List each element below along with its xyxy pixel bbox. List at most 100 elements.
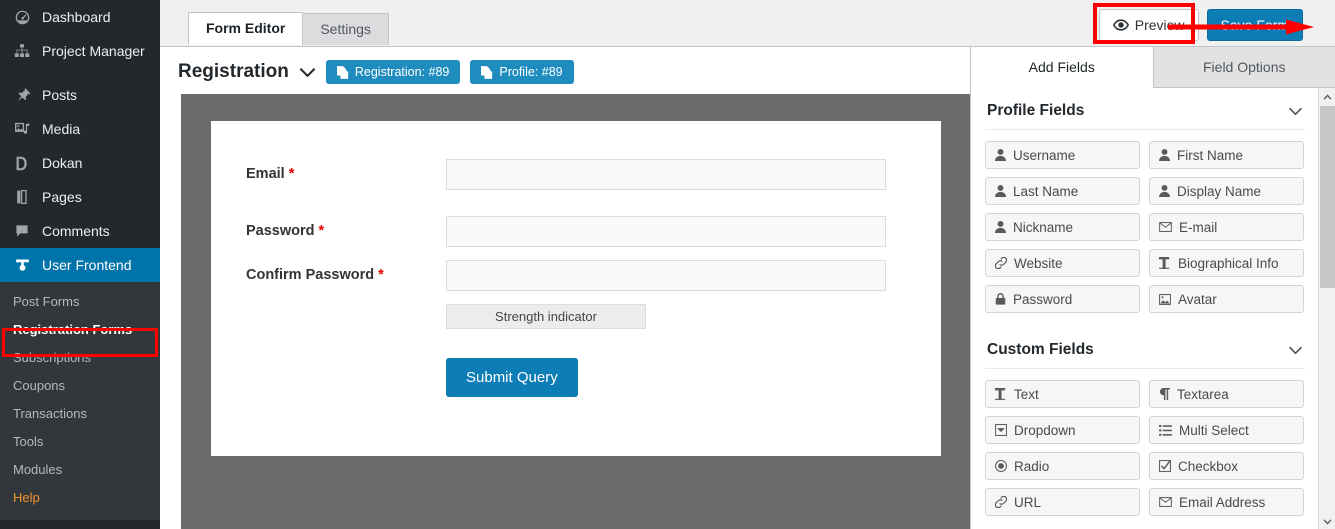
field-chip-display-name[interactable]: Display Name [1149, 177, 1304, 205]
red-arrow-annotation [1168, 19, 1314, 35]
tab-add-fields[interactable]: Add Fields [971, 47, 1153, 88]
tab-field-options[interactable]: Field Options [1152, 47, 1335, 88]
scroll-up-icon[interactable] [1319, 88, 1335, 105]
admin-sidebar: Dashboard Project Manager Posts Media Do… [0, 0, 160, 529]
form-editor-main: Registration Registration: #89 Profile: … [160, 46, 970, 529]
sidebar-item-comments[interactable]: Comments [0, 214, 160, 248]
pin-icon [11, 85, 33, 105]
sidebar-submenu-item-coupons[interactable]: Coupons [0, 372, 160, 400]
user-icon [995, 185, 1006, 197]
field-chip-radio[interactable]: Radio [985, 452, 1140, 480]
profile-fields-grid: Username First Name Last Name Display Na… [985, 130, 1305, 313]
form-sheet: Email * Password * Confirm Password * St… [211, 121, 941, 456]
field-chip-multi-select[interactable]: Multi Select [1149, 416, 1304, 444]
copy-icon [481, 65, 493, 79]
field-chip-label: Dropdown [1014, 422, 1076, 438]
submit-query-button[interactable]: Submit Query [446, 358, 578, 397]
field-chip-first-name[interactable]: First Name [1149, 141, 1304, 169]
user-icon [1159, 185, 1170, 197]
field-chip-label: Display Name [1177, 183, 1262, 199]
field-chip-textarea[interactable]: Textarea [1149, 380, 1304, 408]
fields-panel: Add Fields Field Options Profile Fields … [970, 46, 1335, 529]
field-chip-label: Avatar [1178, 291, 1217, 307]
scroll-down-icon[interactable] [1319, 513, 1335, 529]
link-icon [995, 496, 1007, 508]
field-chip-label: Text [1014, 386, 1039, 402]
form-title-row: Registration Registration: #89 Profile: … [160, 47, 970, 94]
field-chip-last-name[interactable]: Last Name [985, 177, 1140, 205]
sidebar-item-project-manager[interactable]: Project Manager [0, 34, 160, 68]
sidebar-item-dokan[interactable]: Dokan [0, 146, 160, 180]
field-chip-label: Last Name [1013, 183, 1079, 199]
user-frontend-icon [11, 255, 33, 275]
sidebar-item-dashboard[interactable]: Dashboard [0, 0, 160, 34]
field-chip-avatar[interactable]: Avatar [1149, 285, 1304, 313]
password-field[interactable] [446, 216, 886, 247]
field-chip-nickname[interactable]: Nickname [985, 213, 1140, 241]
page-title: Registration [178, 61, 289, 82]
required-marker: * [378, 267, 384, 283]
field-chip-checkbox[interactable]: Checkbox [1149, 452, 1304, 480]
field-label-text: Confirm Password [246, 267, 375, 283]
field-chip-label: E-mail [1179, 219, 1218, 235]
field-label-text: Email [246, 166, 285, 182]
field-chip-label: Nickname [1013, 219, 1074, 235]
field-chip-label: Email Address [1179, 494, 1266, 510]
sidebar-submenu-item-subscriptions[interactable]: Subscriptions [0, 344, 160, 372]
sidebar-submenu-item-post-forms[interactable]: Post Forms [0, 288, 160, 316]
chevron-down-icon[interactable] [299, 67, 316, 78]
sidebar-item-label: Dashboard [42, 9, 111, 25]
comment-icon [11, 221, 33, 241]
sidebar-item-posts[interactable]: Posts [0, 78, 160, 112]
sidebar-submenu-item-registration-forms[interactable]: Registration Forms [0, 316, 160, 344]
lock-icon [995, 293, 1006, 305]
dropdown-icon [995, 424, 1007, 436]
paragraph-icon [1159, 388, 1170, 400]
tab-form-editor[interactable]: Form Editor [188, 12, 304, 45]
field-chip-label: Password [1013, 291, 1073, 307]
field-chip-email[interactable]: E-mail [1149, 213, 1304, 241]
section-header-profile-fields[interactable]: Profile Fields [985, 88, 1305, 130]
scrollbar-thumb[interactable] [1320, 106, 1335, 288]
required-marker: * [288, 166, 295, 182]
media-icon [11, 119, 33, 139]
sidebar-item-label: Posts [42, 87, 78, 103]
field-label: Password * [246, 216, 446, 239]
badge-registration-id[interactable]: Registration: #89 [325, 60, 461, 84]
sidebar-submenu-item-tools[interactable]: Tools [0, 428, 160, 456]
confirm-password-field[interactable] [446, 260, 886, 291]
form-field-confirm-password: Confirm Password * [211, 247, 941, 291]
email-field[interactable] [446, 159, 886, 190]
sidebar-submenu-item-transactions[interactable]: Transactions [0, 400, 160, 428]
badge-label: Profile: #89 [499, 65, 563, 79]
sidebar-item-pages[interactable]: Pages [0, 180, 160, 214]
sidebar-item-media[interactable]: Media [0, 112, 160, 146]
sidebar-item-user-frontend[interactable]: User Frontend [0, 248, 160, 282]
section-title: Profile Fields [987, 102, 1085, 119]
field-chip-text[interactable]: Text [985, 380, 1140, 408]
field-chip-username[interactable]: Username [985, 141, 1140, 169]
pages-icon [11, 187, 33, 207]
fields-panel-scrollbar[interactable] [1318, 88, 1335, 529]
sidebar-submenu-item-help[interactable]: Help [0, 484, 160, 512]
section-header-custom-fields[interactable]: Custom Fields [985, 327, 1305, 369]
field-chip-password[interactable]: Password [985, 285, 1140, 313]
field-chip-dropdown[interactable]: Dropdown [985, 416, 1140, 444]
eye-icon [1112, 19, 1129, 31]
chevron-down-icon[interactable] [1288, 346, 1303, 355]
sidebar-submenu-item-modules[interactable]: Modules [0, 456, 160, 484]
form-field-password: Password * [211, 190, 941, 247]
dokan-icon [11, 153, 33, 173]
field-chip-url[interactable]: URL [985, 488, 1140, 516]
fields-panel-tabs: Add Fields Field Options [971, 47, 1335, 88]
field-chip-email-address[interactable]: Email Address [1149, 488, 1304, 516]
field-chip-biographical-info[interactable]: Biographical Info [1149, 249, 1304, 277]
field-chip-label: Radio [1014, 458, 1050, 474]
tab-settings[interactable]: Settings [302, 13, 389, 45]
chevron-down-icon[interactable] [1288, 107, 1303, 116]
badge-profile-id[interactable]: Profile: #89 [470, 60, 574, 84]
field-chip-website[interactable]: Website [985, 249, 1140, 277]
sidebar-item-label: Media [42, 121, 81, 137]
field-chip-label: URL [1014, 494, 1042, 510]
sidebar-item-label: User Frontend [42, 257, 132, 273]
